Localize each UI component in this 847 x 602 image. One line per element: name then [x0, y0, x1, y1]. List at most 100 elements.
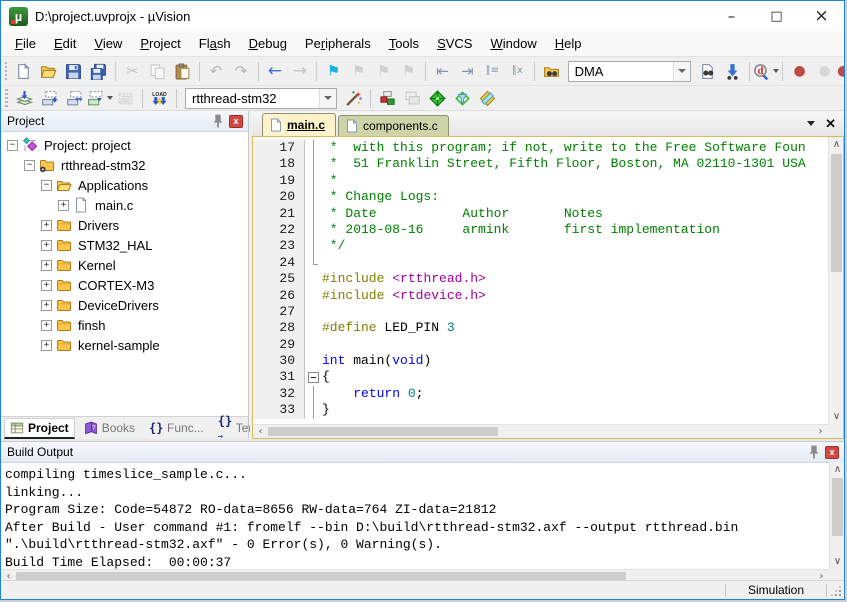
expand-toggle[interactable]: − — [7, 140, 18, 151]
scrollbar-thumb[interactable] — [831, 154, 842, 272]
panel-tab-books[interactable]: ?Books — [79, 419, 140, 437]
scroll-up-icon[interactable]: ∧ — [829, 137, 844, 152]
translate-button[interactable] — [12, 87, 37, 109]
kill-all-breakpoints-button[interactable]: ● — [837, 60, 844, 82]
scrollbar-thumb[interactable] — [268, 427, 498, 436]
scroll-right-icon[interactable]: › — [813, 425, 828, 438]
scroll-down-icon[interactable]: ∨ — [829, 409, 844, 424]
copy-button[interactable] — [145, 60, 170, 82]
menu-project[interactable]: Project — [131, 33, 189, 54]
menu-file[interactable]: File — [6, 33, 45, 54]
close-document-icon[interactable]: ✕ — [825, 117, 836, 130]
expand-toggle[interactable]: + — [41, 320, 52, 331]
clear-bookmarks-button[interactable]: ⚑ — [396, 60, 421, 82]
editor-horizontal-scrollbar[interactable]: ‹ › — [253, 424, 828, 438]
disable-breakpoint-button[interactable]: ● — [812, 60, 837, 82]
menu-tools[interactable]: Tools — [380, 33, 428, 54]
download-button[interactable]: LOAD — [147, 87, 172, 109]
cut-button[interactable]: ✂ — [120, 60, 145, 82]
target-select-combo[interactable]: rtthread-stm32 — [185, 88, 337, 109]
expand-toggle[interactable]: + — [41, 280, 52, 291]
close-button[interactable]: × — [799, 1, 844, 31]
incremental-find-button[interactable] — [720, 60, 745, 82]
comment-button[interactable]: ∥≡ — [480, 60, 505, 82]
next-bookmark-button[interactable]: ⚑ — [371, 60, 396, 82]
tree-item-drivers[interactable]: +Drivers — [1, 215, 248, 235]
menu-debug[interactable]: Debug — [240, 33, 296, 54]
tree-item-devicedrivers[interactable]: +DeviceDrivers — [1, 295, 248, 315]
tree-item-rtthread-stm32[interactable]: −rtthread-stm32 — [1, 155, 248, 175]
previous-bookmark-button[interactable]: ⚑ — [346, 60, 371, 82]
open-button[interactable] — [36, 60, 61, 82]
toolbar-grip[interactable] — [5, 89, 8, 107]
expand-toggle[interactable]: + — [41, 260, 52, 271]
scrollbar-thumb[interactable] — [832, 478, 843, 536]
editor-tab-main-c[interactable]: main.c — [262, 113, 336, 136]
toggle-breakpoint-button[interactable]: ● — [787, 60, 812, 82]
batch-build-button[interactable] — [87, 87, 113, 109]
save-button[interactable] — [61, 60, 86, 82]
pin-icon[interactable] — [210, 114, 226, 129]
menu-edit[interactable]: Edit — [45, 33, 85, 54]
menu-flash[interactable]: Flash — [190, 33, 240, 54]
expand-toggle[interactable]: + — [58, 200, 69, 211]
indent-button[interactable]: ⇥ — [455, 60, 480, 82]
scroll-left-icon[interactable]: ‹ — [253, 425, 268, 438]
panel-tab-func[interactable]: {}Func... — [144, 419, 209, 437]
expand-toggle[interactable]: − — [24, 160, 35, 171]
chevron-down-icon[interactable] — [319, 89, 336, 108]
editor-body[interactable]: 17 * with this program; if not, write to… — [252, 136, 844, 439]
find-text-combo[interactable]: DMA — [568, 61, 691, 82]
tab-list-menu-icon[interactable] — [807, 121, 815, 126]
expand-toggle[interactable]: + — [41, 220, 52, 231]
navigate-forward-button[interactable]: → — [287, 60, 312, 82]
save-all-button[interactable] — [86, 60, 111, 82]
menu-svcs[interactable]: SVCS — [428, 33, 481, 54]
rebuild-button[interactable] — [62, 87, 87, 109]
build-output-close-button[interactable]: x — [824, 445, 840, 460]
unindent-button[interactable]: ⇤ — [430, 60, 455, 82]
maximize-button[interactable]: □ — [754, 1, 799, 31]
file-extensions-button[interactable] — [400, 87, 425, 109]
redo-button[interactable]: ↷ — [229, 60, 254, 82]
uncomment-button[interactable]: ∥x — [505, 60, 530, 82]
stop-build-button[interactable] — [113, 87, 138, 109]
minimize-button[interactable]: – — [709, 1, 754, 31]
pin-icon[interactable] — [806, 445, 822, 460]
panel-tab-project[interactable]: Project — [4, 418, 75, 439]
scroll-down-icon[interactable]: ∨ — [830, 554, 845, 569]
expand-toggle[interactable]: − — [41, 180, 52, 191]
options-for-target-button[interactable] — [341, 87, 366, 109]
tree-item-main-c[interactable]: +main.c — [1, 195, 248, 215]
find-in-files-button[interactable] — [539, 60, 564, 82]
select-packs-button[interactable] — [450, 87, 475, 109]
project-tree[interactable]: −Project: project−rtthread-stm32−Applica… — [1, 132, 248, 416]
tree-item-cortex-m3[interactable]: +CORTEX-M3 — [1, 275, 248, 295]
tree-item-stm32-hal[interactable]: +STM32_HAL — [1, 235, 248, 255]
paste-button[interactable] — [170, 60, 195, 82]
tree-item-applications[interactable]: −Applications — [1, 175, 248, 195]
tree-item-finsh[interactable]: +finsh — [1, 315, 248, 335]
tree-item-kernel-sample[interactable]: +kernel-sample — [1, 335, 248, 355]
chevron-down-icon[interactable] — [673, 62, 690, 81]
menu-window[interactable]: Window — [481, 33, 545, 54]
build-output-log[interactable]: compiling timeslice_sample.c...linking..… — [1, 462, 829, 569]
undo-button[interactable]: ↶ — [204, 60, 229, 82]
insert-bookmark-button[interactable]: ⚑ — [321, 60, 346, 82]
editor-tab-components-c[interactable]: components.c — [338, 115, 449, 136]
component-viewer-button[interactable] — [375, 87, 400, 109]
menu-help[interactable]: Help — [546, 33, 591, 54]
build-button[interactable] — [37, 87, 62, 109]
menu-view[interactable]: View — [85, 33, 131, 54]
new-button[interactable] — [11, 60, 36, 82]
expand-toggle[interactable]: + — [41, 240, 52, 251]
scroll-up-icon[interactable]: ∧ — [830, 462, 845, 477]
editor-vertical-scrollbar[interactable]: ∧ ∨ — [828, 137, 843, 424]
fold-toggle[interactable] — [305, 369, 322, 385]
output-vertical-scrollbar[interactable]: ∧ ∨ — [829, 462, 844, 569]
start-debug-session-button[interactable]: d — [753, 60, 778, 82]
tree-item-kernel[interactable]: +Kernel — [1, 255, 248, 275]
runtime-environment-button[interactable] — [425, 87, 450, 109]
project-panel-close-button[interactable]: x — [228, 114, 244, 129]
navigate-back-button[interactable]: ← — [262, 60, 287, 82]
